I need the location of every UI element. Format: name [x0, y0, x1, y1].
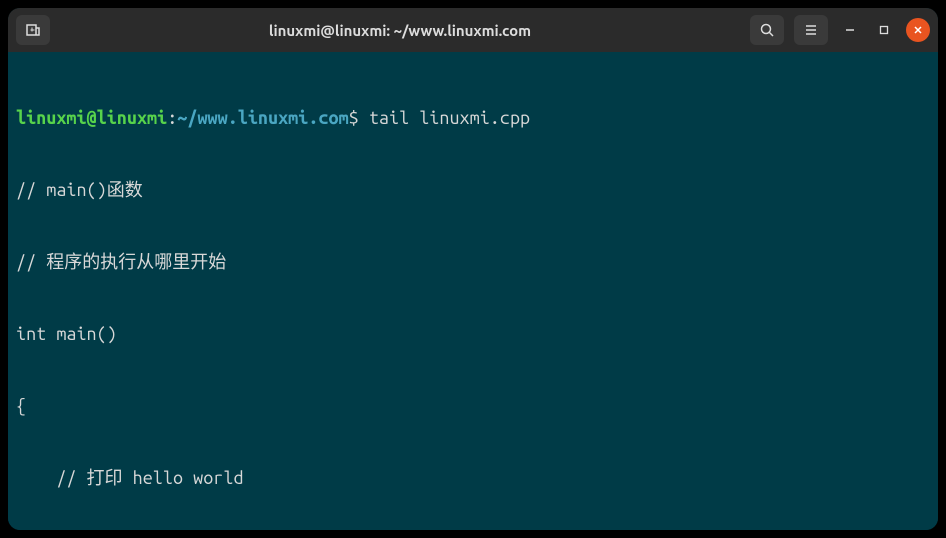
output-line: // main()函数: [16, 178, 930, 202]
new-tab-button[interactable]: [16, 15, 50, 45]
prompt-colon: :: [167, 108, 177, 128]
terminal-body[interactable]: linuxmi@linuxmi:~/www.linuxmi.com$ tail …: [8, 52, 938, 530]
new-tab-icon: [25, 22, 41, 38]
search-icon: [759, 22, 775, 38]
menu-button[interactable]: [794, 15, 828, 45]
close-icon: [913, 25, 923, 35]
terminal-window: linuxmi@linuxmi: ~/www.linuxmi.com linux…: [8, 8, 938, 530]
search-button[interactable]: [750, 15, 784, 45]
hamburger-icon: [803, 22, 819, 38]
prompt-dollar: $: [349, 108, 369, 128]
output-line: // 打印 hello world: [16, 466, 930, 490]
output-line: int main(): [16, 322, 930, 346]
window-title: linuxmi@linuxmi: ~/www.linuxmi.com: [58, 22, 742, 39]
maximize-icon: [879, 25, 889, 35]
titlebar: linuxmi@linuxmi: ~/www.linuxmi.com: [8, 8, 938, 52]
close-button[interactable]: [906, 18, 930, 42]
prompt-line-1: linuxmi@linuxmi:~/www.linuxmi.com$ tail …: [16, 106, 930, 130]
maximize-button[interactable]: [872, 18, 896, 42]
command-1: tail linuxmi.cpp: [369, 108, 530, 128]
prompt-user: linuxmi@linuxmi: [16, 108, 167, 128]
output-line: {: [16, 394, 930, 418]
minimize-icon: [845, 25, 855, 35]
output-line: // 程序的执行从哪里开始: [16, 250, 930, 274]
prompt-path: ~/www.linuxmi.com: [177, 108, 348, 128]
minimize-button[interactable]: [838, 18, 862, 42]
